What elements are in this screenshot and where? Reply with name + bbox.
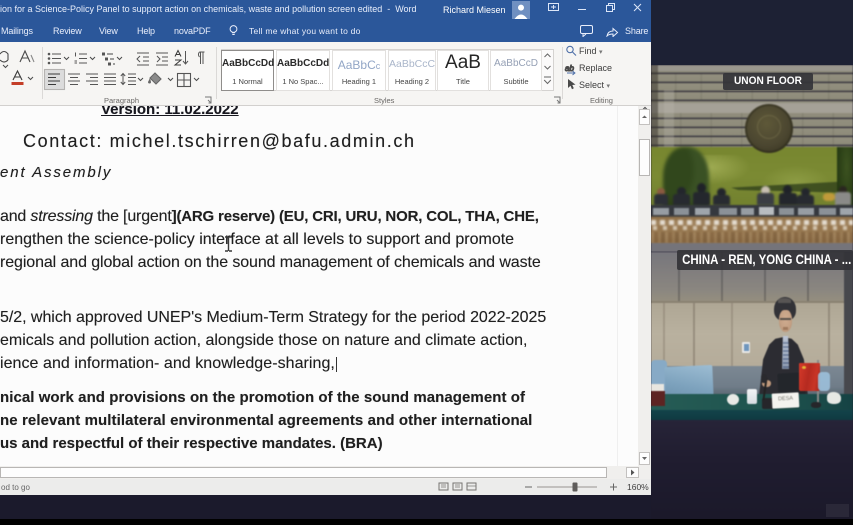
svg-text:160%: 160% [627, 482, 649, 492]
